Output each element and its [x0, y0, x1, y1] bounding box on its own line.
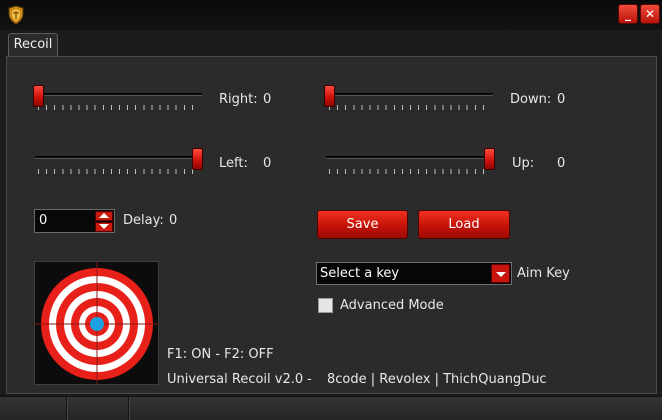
crosshair-target-icon: [35, 262, 158, 384]
delay-label: Delay:: [123, 213, 164, 228]
right-value: 0: [263, 92, 272, 107]
delay-value: 0: [169, 213, 178, 228]
aim-key-label: Aim Key: [517, 266, 570, 281]
version-text: Universal Recoil v2.0: [167, 372, 304, 387]
load-button[interactable]: Load: [418, 210, 510, 239]
status-divider: [66, 397, 67, 420]
down-value: 0: [557, 92, 566, 107]
save-button[interactable]: Save: [317, 210, 408, 239]
up-slider-track[interactable]: [326, 156, 493, 159]
left-slider-track[interactable]: [35, 156, 202, 159]
advanced-mode-checkbox[interactable]: [318, 298, 333, 313]
left-value: 0: [263, 156, 272, 171]
hotkeys-text: F1: ON - F2: OFF: [167, 347, 274, 362]
down-slider-thumb[interactable]: [324, 85, 335, 107]
status-bar: [0, 396, 662, 420]
chevron-down-icon: [496, 272, 506, 277]
up-label: Up:: [512, 156, 535, 171]
right-label: Right:: [219, 92, 258, 107]
shield-crest-icon: [8, 5, 24, 25]
credits-separator: -: [307, 372, 312, 387]
tab-strip: Recoil: [0, 30, 662, 58]
down-slider-track[interactable]: [326, 93, 493, 96]
arrow-up-icon: [99, 213, 109, 218]
aim-key-select[interactable]: Select a key: [316, 262, 512, 285]
target-preview: [34, 261, 159, 385]
right-slider-thumb[interactable]: [33, 85, 44, 107]
spin-up-button[interactable]: [95, 211, 113, 221]
delay-spinner[interactable]: 0: [34, 209, 115, 233]
left-label: Left:: [219, 156, 248, 171]
dropdown-button[interactable]: [491, 264, 510, 283]
right-slider-track[interactable]: [35, 93, 202, 96]
down-slider-ticks: [329, 105, 491, 110]
down-label: Down:: [510, 92, 552, 107]
advanced-mode-label[interactable]: Advanced Mode: [340, 298, 444, 313]
aim-key-selected: Select a key: [320, 266, 400, 281]
spin-down-button[interactable]: [95, 222, 113, 232]
left-slider-thumb[interactable]: [192, 148, 203, 170]
left-slider-ticks: [38, 169, 200, 174]
up-value: 0: [557, 156, 566, 171]
minimize-button[interactable]: _: [618, 4, 638, 24]
arrow-down-icon: [99, 224, 109, 229]
close-button[interactable]: ✕: [640, 4, 660, 24]
up-slider-ticks: [329, 169, 491, 174]
status-divider: [128, 397, 129, 420]
authors-text: 8code | Revolex | ThichQuangDuc: [327, 372, 547, 387]
right-slider-ticks: [38, 105, 200, 110]
up-slider-thumb[interactable]: [484, 148, 495, 170]
tab-recoil[interactable]: Recoil: [8, 33, 58, 58]
delay-input[interactable]: 0: [39, 213, 47, 228]
title-bar: _ ✕: [0, 0, 662, 30]
